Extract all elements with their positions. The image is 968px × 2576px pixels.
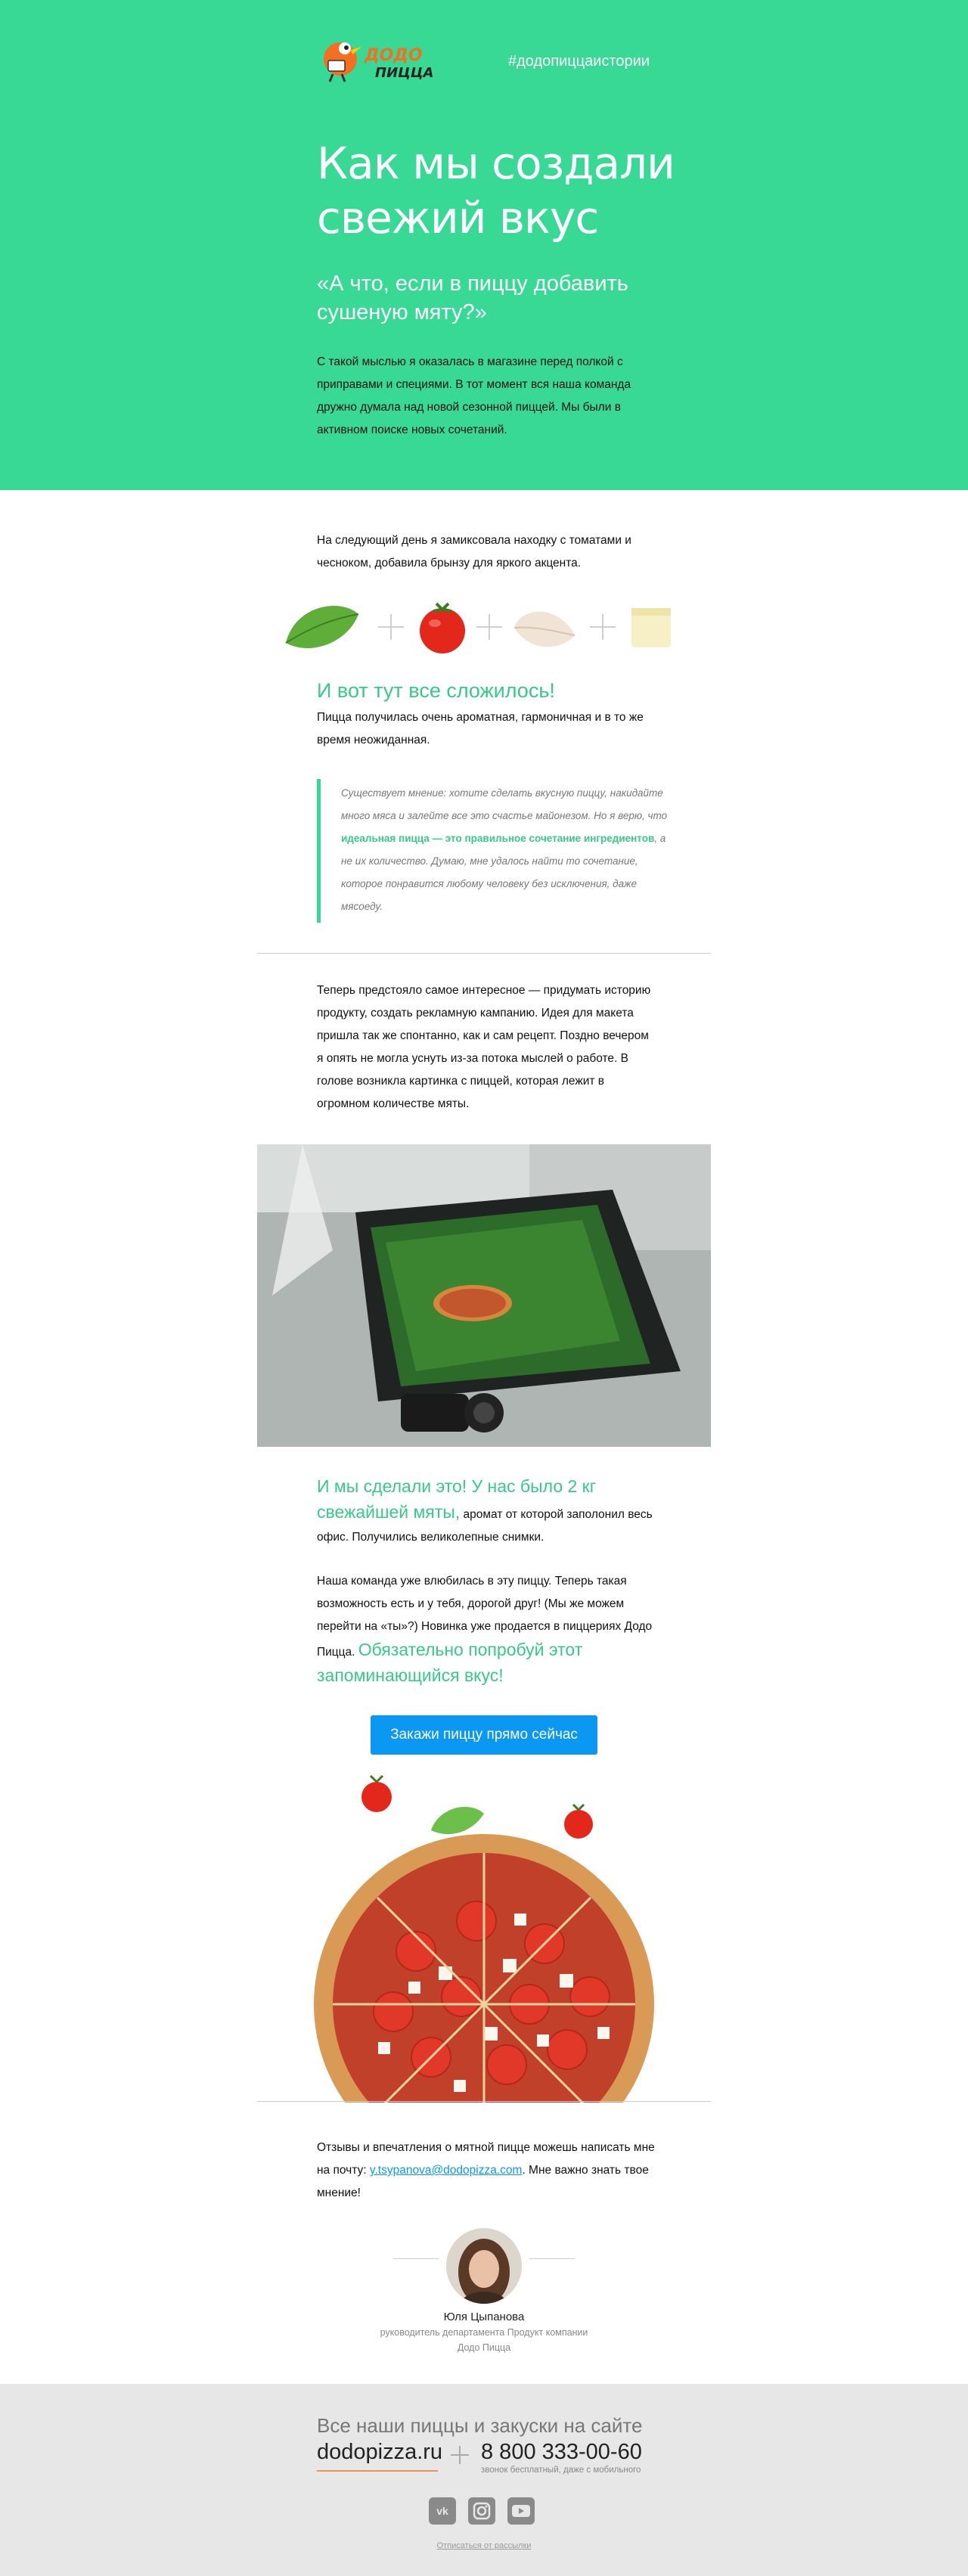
plus-icon	[476, 614, 502, 640]
order-pizza-button[interactable]: Закажи пиццу прямо сейчас	[371, 1715, 597, 1755]
author-name: Юля Цыпанова	[443, 2311, 525, 2323]
tomato-icon	[420, 602, 465, 653]
mint-photo	[257, 1144, 711, 1447]
footer-title: Все наши пиццы и закуски на сайте	[317, 2414, 643, 2437]
paragraph-mint: И мы сделали это! У нас было 2 кг свежай…	[317, 1475, 657, 1549]
instagram-icon[interactable]	[468, 2497, 495, 2525]
header-banner: ДОДО ПИЦЦА #додопиццаистории Как мы созд…	[0, 0, 968, 490]
quote-text-1: Существует мнение: хотите сделать вкусну…	[341, 787, 668, 821]
paragraph-love: Наша команда уже влюбилась в эту пиццу. …	[317, 1570, 657, 1690]
divider	[529, 2258, 575, 2259]
ingredients-row	[272, 597, 696, 658]
vk-icon[interactable]: vk	[429, 2497, 456, 2525]
youtube-icon[interactable]	[507, 2497, 535, 2525]
garlic-icon	[513, 611, 576, 647]
mint-leaf-icon	[285, 605, 359, 649]
avatar	[446, 2228, 522, 2304]
svg-text:ДОДО: ДОДО	[364, 46, 423, 65]
hero-quote: «А что, если в пиццу добавить сушеную мя…	[317, 272, 628, 324]
email-page: ДОДО ПИЦЦА #додопиццаистории Как мы созд…	[0, 0, 968, 2576]
divider	[257, 2101, 711, 2102]
divider	[257, 953, 711, 954]
subheading-all-together: И вот тут все сложилось!	[317, 679, 555, 702]
phone-number[interactable]: 8 800 333-00-60	[481, 2440, 642, 2465]
paragraph-campaign: Теперь предстояло самое интересное — при…	[317, 984, 651, 1110]
hashtag[interactable]: #додопиццаистории	[508, 53, 650, 70]
site-underline	[317, 2470, 438, 2472]
footer: Все наши пиццы и закуски на сайте dodopi…	[0, 2384, 968, 2576]
intro-text: С такой мыслью я оказалась в магазине пе…	[317, 355, 631, 436]
page-title: Как мы создали свежий вкус	[317, 138, 675, 244]
quote-highlight: идеальная пицца — это правильное сочетан…	[341, 833, 655, 844]
site-link[interactable]: dodopizza.ru	[317, 2440, 442, 2465]
pizza-illustration	[314, 1774, 654, 2103]
feedback-paragraph: Отзывы и впечатления о мятной пицце може…	[317, 2137, 657, 2205]
quote-text-2: , а не их количество. Думаю, мне удалось…	[341, 833, 666, 912]
divider	[393, 2258, 439, 2259]
author-avatar-block	[393, 2228, 575, 2304]
paragraph-next-day: На следующий день я замиксовала находку …	[317, 534, 631, 570]
svg-text:ПИЦЦА: ПИЦЦА	[375, 65, 433, 81]
social-links: vk	[429, 2497, 542, 2525]
paragraph-result: Пицца получилась очень ароматная, гармон…	[317, 711, 644, 746]
plus-icon	[590, 614, 616, 640]
email-link[interactable]: y.tsypanova@dodopizza.com	[370, 2164, 523, 2177]
author-role: руководитель департамента Продукт компан…	[380, 2327, 588, 2353]
plus-icon	[378, 614, 404, 640]
unsubscribe-link[interactable]: Отписаться от рассылки	[408, 2541, 560, 2550]
blockquote: Существует мнение: хотите сделать вкусну…	[317, 779, 672, 923]
phone-note: звонок бесплатный, даже с мобильного	[481, 2466, 641, 2475]
plus-icon	[451, 2446, 469, 2464]
cheese-icon	[631, 608, 671, 647]
dodo-pizza-logo[interactable]: ДОДО ПИЦЦА	[318, 33, 445, 83]
